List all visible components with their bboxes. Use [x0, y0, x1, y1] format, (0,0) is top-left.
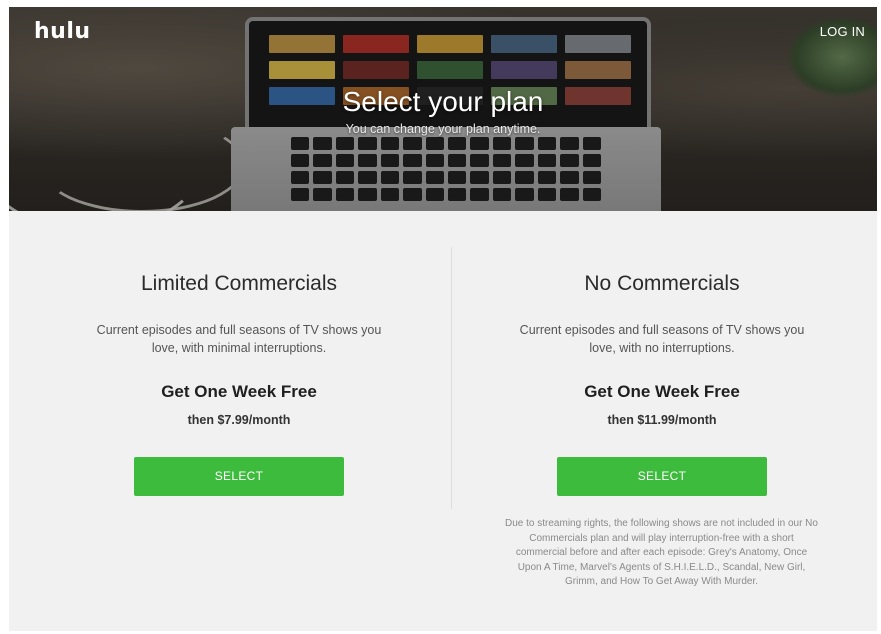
plan-description: Current episodes and full seasons of TV …: [96, 323, 382, 355]
plan-card-limited-commercials: Limited Commercials Current episodes and…: [29, 269, 449, 496]
plan-price: then $7.99/month: [187, 413, 291, 427]
plan-price: then $11.99/month: [607, 413, 717, 427]
plan-offer: Get One Week Free: [584, 382, 740, 401]
hulu-logo[interactable]: hulu: [34, 19, 91, 44]
plan-offer: Get One Week Free: [161, 382, 317, 401]
plan-name: No Commercials: [584, 272, 740, 295]
hero-banner: hulu LOG IN Select your plan You can cha…: [9, 7, 877, 211]
plan-description: Current episodes and full seasons of TV …: [519, 323, 805, 355]
login-link[interactable]: LOG IN: [820, 24, 865, 39]
page-subtitle: You can change your plan anytime.: [345, 122, 541, 136]
page: hulu LOG IN Select your plan You can cha…: [9, 7, 877, 631]
streaming-rights-disclaimer: Due to streaming rights, the following s…: [505, 518, 818, 587]
select-no-commercials-button[interactable]: SELECT: [557, 457, 767, 496]
page-title: Select your plan: [342, 86, 544, 117]
plan-name: Limited Commercials: [140, 272, 338, 295]
plan-card-no-commercials: No Commercials Current episodes and full…: [452, 269, 872, 496]
select-limited-commercials-button[interactable]: SELECT: [134, 457, 344, 496]
